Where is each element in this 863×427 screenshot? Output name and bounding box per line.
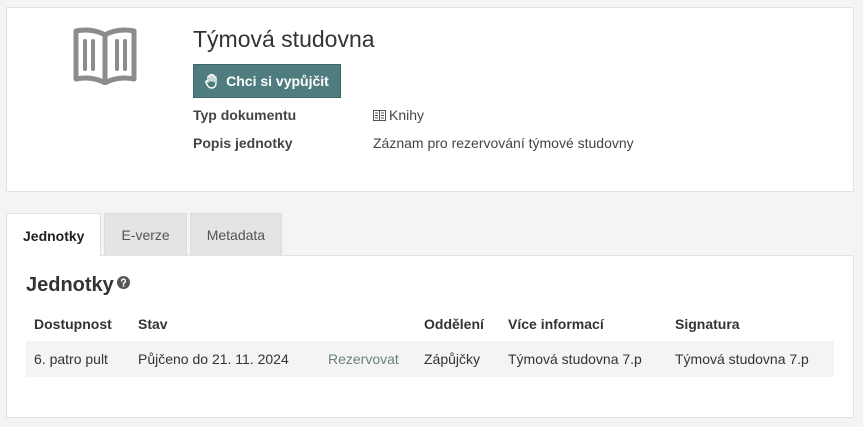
doc-type-label: Typ dokumentu (193, 107, 297, 123)
reserve-link[interactable]: Rezervovat (320, 341, 416, 377)
cell-department: Zápůjčky (416, 341, 500, 377)
tab-units[interactable]: Jednotky (6, 213, 102, 257)
units-panel: Jednotky Dostupnost Stav Oddělení Více i… (6, 255, 854, 418)
doc-type-text: Knihy (389, 107, 425, 123)
cell-signature: Týmová studovna 7.p (667, 341, 834, 377)
record-card: Týmová studovna Chci si vypůjčit Typ dok… (6, 7, 854, 192)
tab-metadata[interactable]: Metadata (189, 213, 283, 256)
tab-e-version[interactable]: E-verze (104, 213, 187, 256)
cell-more-info: Týmová studovna 7.p (500, 341, 667, 377)
col-status: Stav (138, 315, 168, 332)
hand-icon (205, 73, 217, 89)
borrow-button[interactable]: Chci si vypůjčit (193, 64, 341, 98)
unit-description-value: Záznam pro rezervování týmové studovny (373, 135, 634, 151)
tab-bar: Jednotky E-verze Metadata (6, 213, 283, 257)
doc-type-value: Knihy (373, 107, 424, 123)
units-table: Dostupnost Stav Oddělení Více informací … (26, 306, 834, 377)
col-signature: Signatura (675, 315, 740, 332)
table-row: 6. patro pult Půjčeno do 21. 11. 2024 Re… (26, 341, 834, 377)
table-header-row: Dostupnost Stav Oddělení Více informací … (26, 306, 834, 341)
col-availability: Dostupnost (34, 315, 112, 332)
help-icon[interactable] (116, 276, 130, 289)
cell-status: Půjčeno do 21. 11. 2024 (130, 341, 320, 377)
units-title-text: Jednotky (26, 274, 114, 296)
book-icon (73, 27, 137, 85)
borrow-button-label: Chci si vypůjčit (226, 73, 329, 89)
cell-availability: 6. patro pult (26, 341, 130, 377)
book-small-icon (373, 109, 386, 121)
col-action (320, 306, 416, 341)
col-department: Oddělení (424, 315, 484, 332)
units-title: Jednotky (26, 274, 130, 297)
record-title: Týmová studovna (193, 26, 375, 52)
col-more-info: Více informací (508, 315, 604, 332)
unit-description-label: Popis jednotky (193, 135, 293, 151)
